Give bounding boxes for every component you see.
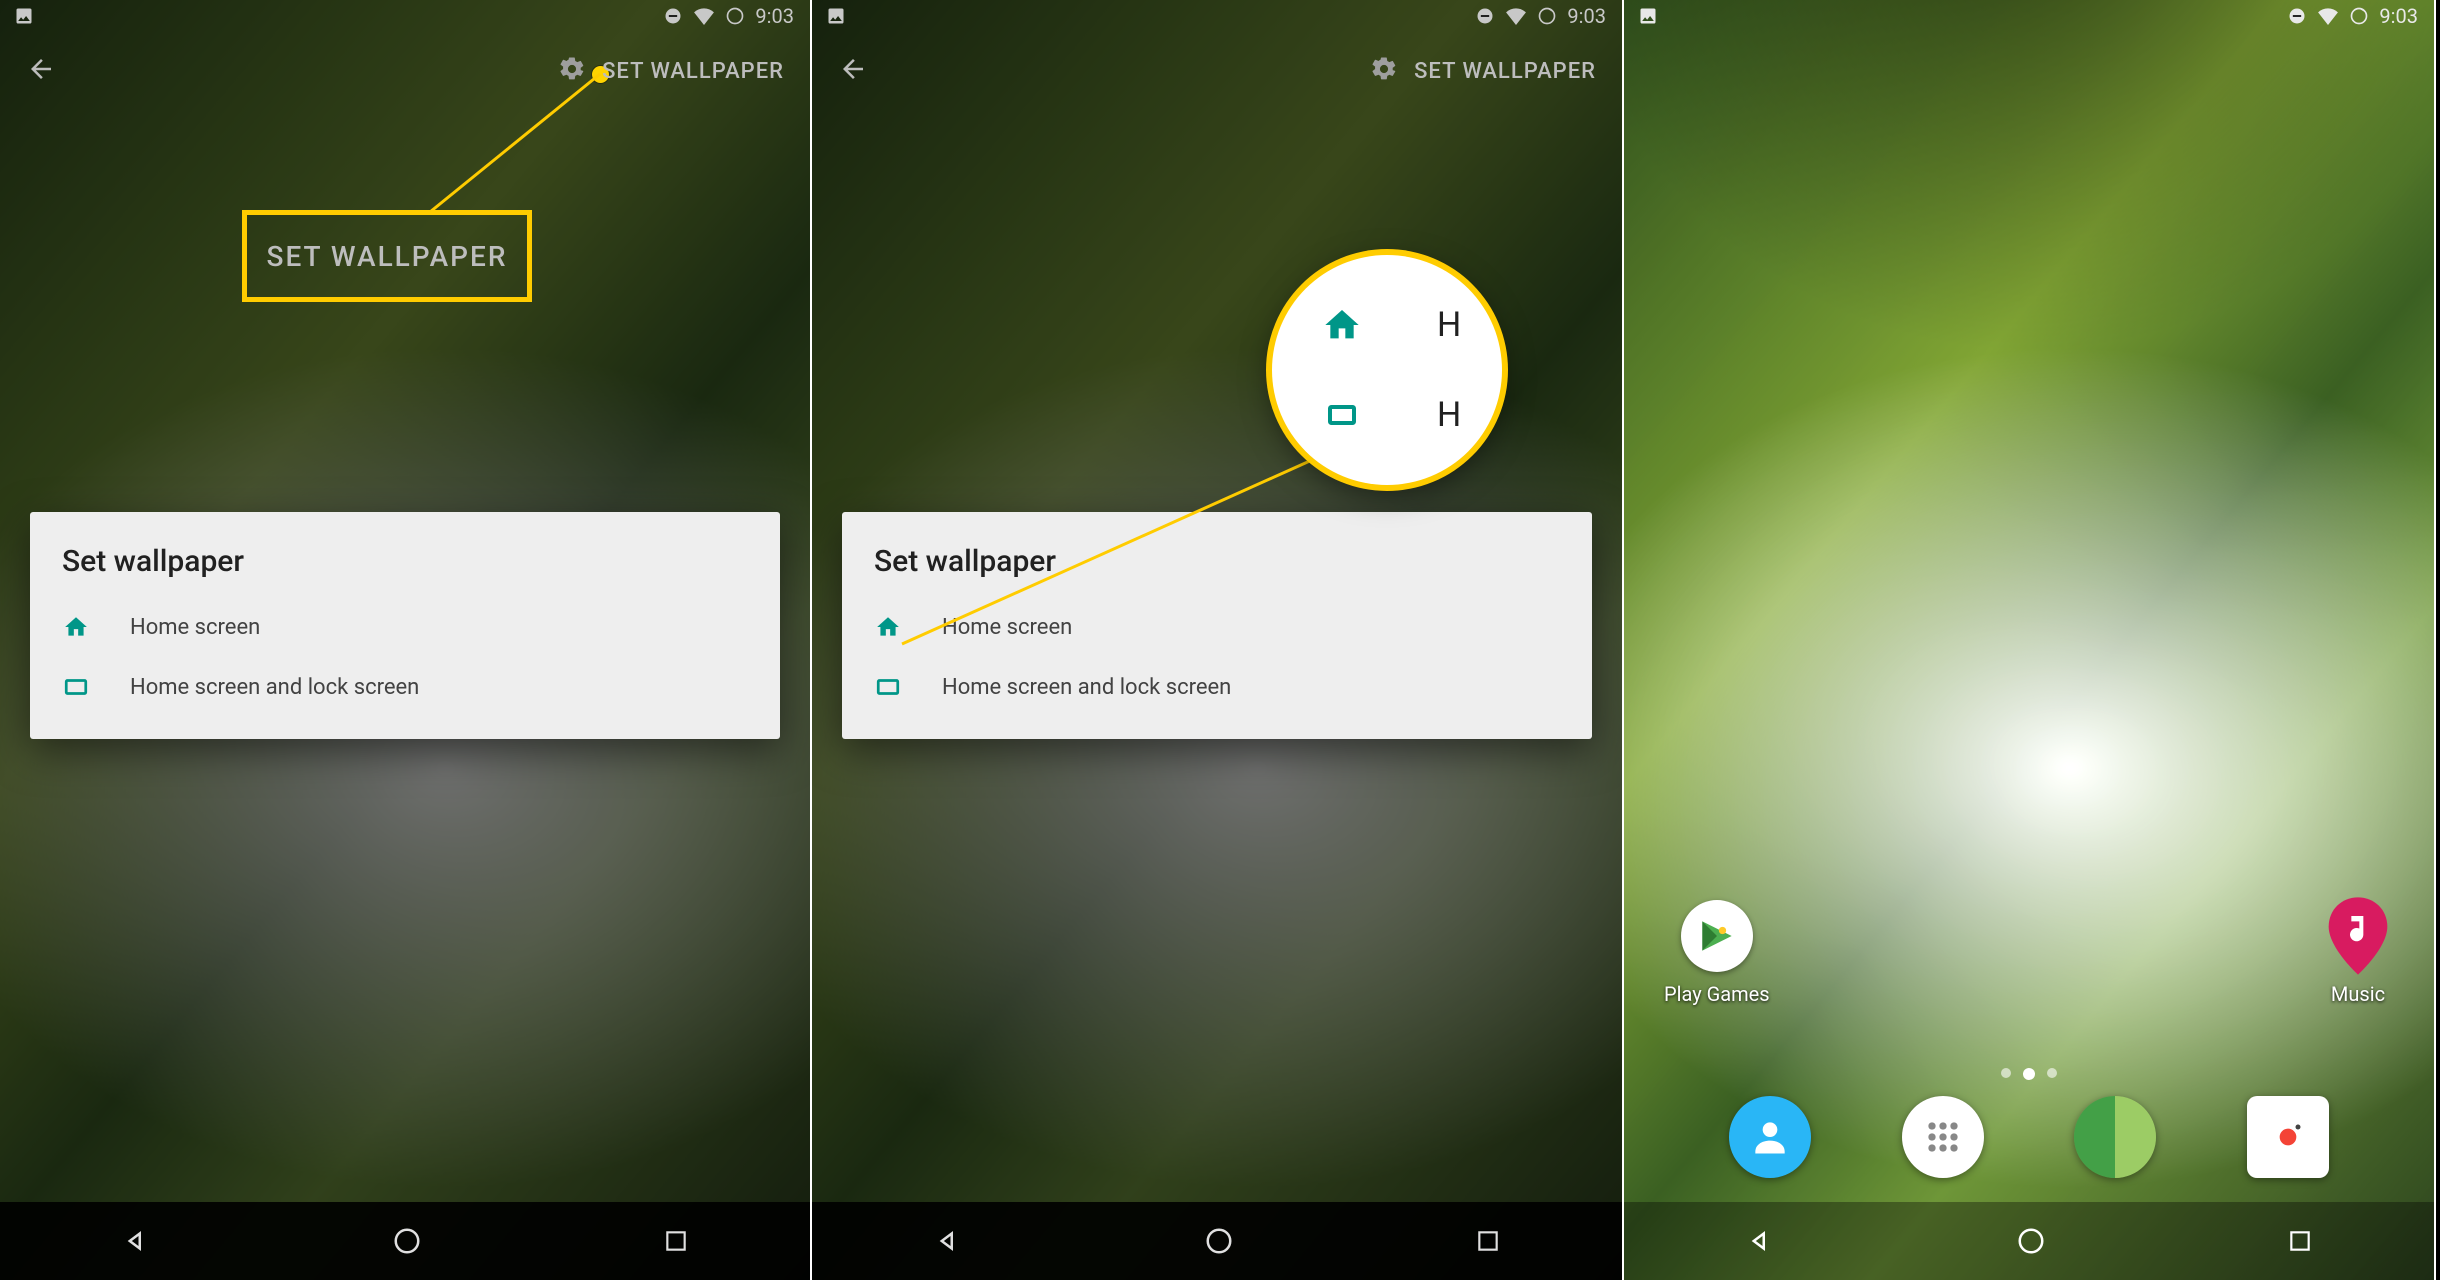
app-bar: SET WALLPAPER (812, 32, 1622, 110)
nav-home-button[interactable] (2016, 1226, 2046, 1256)
dialog-option-home-and-lock[interactable]: Home screen and lock screen (30, 657, 780, 717)
nav-recents-icon (663, 1228, 689, 1254)
music-icon (2322, 900, 2394, 972)
home-icon (62, 613, 90, 641)
dock (1624, 1082, 2434, 1192)
wifi-icon (2317, 7, 2339, 25)
page-indicator (1624, 1068, 2434, 1080)
navigation-bar (0, 1202, 810, 1280)
panel-3-home-screen: 9:03 Play Games Music (1624, 0, 2436, 1280)
nav-back-icon (933, 1226, 963, 1256)
set-wallpaper-action[interactable]: SET WALLPAPER (602, 59, 784, 84)
panel-1-wallpaper-preview: 9:03 SET WALLPAPER SET WALLPAPER Set wal… (0, 0, 812, 1280)
dialog-title: Set wallpaper (842, 544, 1592, 597)
page-dot-active[interactable] (2023, 1068, 2035, 1080)
screens-icon (874, 673, 902, 701)
gear-icon (558, 55, 586, 83)
battery-icon (725, 6, 745, 26)
page-dot[interactable] (2047, 1068, 2057, 1078)
image-icon (826, 6, 846, 26)
settings-button[interactable] (1370, 55, 1398, 87)
nav-back-button[interactable] (1745, 1226, 1775, 1256)
page-dot[interactable] (2001, 1068, 2011, 1078)
dialog-option-home-screen[interactable]: Home screen (30, 597, 780, 657)
app-bar: SET WALLPAPER (0, 32, 810, 110)
nav-home-icon (1204, 1226, 1234, 1256)
app-play-games-label: Play Games (1664, 982, 1770, 1006)
back-arrow-icon (838, 54, 868, 84)
status-time: 9:03 (755, 4, 794, 28)
nav-home-icon (2016, 1226, 2046, 1256)
annotation-callout-label: SET WALLPAPER (267, 240, 508, 273)
dialog-option-home-label: Home screen (130, 615, 260, 640)
nav-recents-icon (2287, 1228, 2313, 1254)
status-bar: 9:03 (0, 0, 810, 32)
dialog-option-both-label: Home screen and lock screen (942, 675, 1231, 700)
screens-icon (1322, 399, 1362, 431)
magnifier-label-2: H (1437, 395, 1461, 435)
dock-app-contacts[interactable] (1729, 1096, 1811, 1178)
set-wallpaper-action[interactable]: SET WALLPAPER (1414, 59, 1596, 84)
nav-back-icon (1745, 1226, 1775, 1256)
nav-recents-button[interactable] (663, 1228, 689, 1254)
back-arrow-icon (26, 54, 56, 84)
wifi-icon (1505, 7, 1527, 25)
status-time: 9:03 (2379, 4, 2418, 28)
nav-home-button[interactable] (1204, 1226, 1234, 1256)
panel-2-wallpaper-preview-magnified: 9:03 SET WALLPAPER Set wallpaper Home sc… (812, 0, 1624, 1280)
app-play-games[interactable]: Play Games (1664, 900, 1770, 1006)
gear-icon (1370, 55, 1398, 83)
dialog-option-home-screen[interactable]: Home screen (842, 597, 1592, 657)
app-music-label: Music (2331, 982, 2385, 1006)
play-games-icon (1681, 900, 1753, 972)
home-icon (874, 613, 902, 641)
home-icon (1322, 305, 1362, 345)
nav-recents-button[interactable] (1475, 1228, 1501, 1254)
dock-app-drawer[interactable] (1902, 1096, 1984, 1178)
dialog-option-home-and-lock[interactable]: Home screen and lock screen (842, 657, 1592, 717)
set-wallpaper-dialog: Set wallpaper Home screen Home screen an… (842, 512, 1592, 739)
dnd-icon (663, 6, 683, 26)
dnd-icon (1475, 6, 1495, 26)
nav-back-icon (121, 1226, 151, 1256)
status-bar: 9:03 (1624, 0, 2434, 32)
status-bar: 9:03 (812, 0, 1622, 32)
back-button[interactable] (0, 54, 82, 88)
nav-recents-icon (1475, 1228, 1501, 1254)
dock-app-unknown[interactable] (2074, 1096, 2156, 1178)
dialog-title: Set wallpaper (30, 544, 780, 597)
image-icon (14, 6, 34, 26)
nav-home-button[interactable] (392, 1226, 422, 1256)
navigation-bar (1624, 1202, 2434, 1280)
dialog-option-home-label: Home screen (942, 615, 1072, 640)
nav-back-button[interactable] (933, 1226, 963, 1256)
navigation-bar (812, 1202, 1622, 1280)
nav-recents-button[interactable] (2287, 1228, 2313, 1254)
status-time: 9:03 (1567, 4, 1606, 28)
nav-back-button[interactable] (121, 1226, 151, 1256)
magnifier-label-1: H (1437, 305, 1461, 345)
image-icon (1638, 6, 1658, 26)
app-music[interactable]: Music (2322, 900, 2394, 1006)
apps-grid-icon (1921, 1115, 1965, 1159)
annotation-magnifier: H H (1272, 255, 1502, 485)
settings-button[interactable] (558, 55, 586, 87)
dock-app-camera[interactable] (2247, 1096, 2329, 1178)
set-wallpaper-dialog: Set wallpaper Home screen Home screen an… (30, 512, 780, 739)
battery-icon (2349, 6, 2369, 26)
annotation-callout: SET WALLPAPER (242, 210, 532, 302)
back-button[interactable] (812, 54, 894, 88)
wifi-icon (693, 7, 715, 25)
nav-home-icon (392, 1226, 422, 1256)
person-icon (1748, 1115, 1792, 1159)
battery-icon (1537, 6, 1557, 26)
dnd-icon (2287, 6, 2307, 26)
dialog-option-both-label: Home screen and lock screen (130, 675, 419, 700)
screens-icon (62, 673, 90, 701)
camera-record-icon (2268, 1117, 2308, 1157)
